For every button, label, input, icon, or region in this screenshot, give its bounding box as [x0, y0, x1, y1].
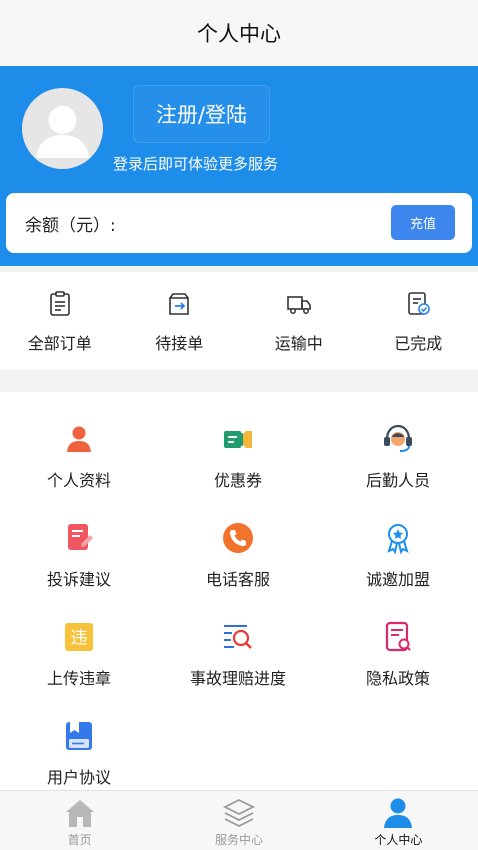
tab-label: 首页 — [67, 833, 92, 847]
service-label: 后勤人员 — [365, 471, 430, 490]
service-phone-support[interactable]: 电话客服 — [158, 521, 318, 620]
tab-personal-center[interactable]: 个人中心 — [319, 791, 478, 850]
award-badge-icon — [387, 524, 409, 555]
headset-support-icon — [384, 424, 412, 452]
feedback-doc-icon — [68, 524, 93, 550]
phone-icon — [223, 523, 253, 553]
clipboard-list-icon — [49, 291, 70, 316]
privacy-doc-icon — [385, 621, 411, 652]
service-label: 电话客服 — [205, 570, 270, 589]
tab-label: 个人中心 — [374, 833, 423, 847]
service-label: 个人资料 — [46, 471, 111, 490]
order-all[interactable]: 全部订单 — [0, 272, 120, 370]
balance-card: 余额（元）: 充值 — [6, 193, 472, 253]
bottom-tab-bar: 首页 服务中心 个人中心 — [0, 790, 478, 850]
recharge-button[interactable]: 充值 — [391, 205, 455, 240]
service-claim-progress[interactable]: 事故理赔进度 — [158, 620, 318, 719]
person-icon — [67, 426, 91, 452]
order-in-transit[interactable]: 运输中 — [239, 272, 359, 370]
order-status-row: 全部订单 待接单 运输中 已完成 — [0, 272, 478, 370]
service-privacy-policy[interactable]: 隐私政策 — [318, 620, 478, 719]
service-upload-violation[interactable]: 违 上传违章 — [0, 620, 158, 719]
document-check-icon — [408, 292, 431, 315]
coupon-icon — [224, 428, 252, 451]
tab-label: 服务中心 — [214, 833, 263, 847]
login-hint: 登录后即可体验更多服务 — [113, 155, 279, 173]
tab-service-center[interactable]: 服务中心 — [159, 791, 318, 850]
order-label: 运输中 — [274, 334, 323, 353]
service-profile[interactable]: 个人资料 — [0, 422, 158, 521]
agreement-book-icon — [66, 722, 92, 750]
service-label: 用户协议 — [46, 768, 111, 787]
service-label: 事故理赔进度 — [189, 669, 286, 688]
service-label: 诚邀加盟 — [365, 570, 430, 589]
tab-home[interactable]: 首页 — [0, 791, 159, 850]
order-pending[interactable]: 待接单 — [120, 272, 240, 370]
search-progress-icon — [224, 625, 252, 649]
avatar[interactable] — [22, 88, 103, 169]
truck-icon — [286, 296, 311, 314]
top-bar: 个人中心 — [0, 0, 478, 66]
service-label: 投诉建议 — [46, 570, 111, 589]
services-panel: 个人资料 优惠券 后勤人员 投诉建议 电话客服 诚邀加盟 违 上传违章 事故理赔… — [0, 392, 478, 790]
register-login-button[interactable]: 注册/登陆 — [133, 85, 270, 143]
order-label: 全部订单 — [27, 334, 92, 353]
service-join[interactable]: 诚邀加盟 — [318, 521, 478, 620]
balance-label: 余额（元）: — [25, 216, 116, 236]
page-title: 个人中心 — [197, 22, 281, 46]
default-avatar-icon — [36, 106, 89, 158]
home-icon — [65, 800, 94, 827]
order-label: 待接单 — [155, 334, 204, 353]
service-label: 上传违章 — [46, 669, 111, 688]
service-complaint[interactable]: 投诉建议 — [0, 521, 158, 620]
service-coupon[interactable]: 优惠券 — [158, 422, 318, 521]
order-completed[interactable]: 已完成 — [359, 272, 478, 370]
violation-badge-text: 违 — [71, 629, 88, 649]
order-label: 已完成 — [394, 334, 443, 353]
service-label: 隐私政策 — [365, 669, 430, 688]
layers-icon — [222, 798, 255, 828]
user-icon — [384, 798, 413, 828]
service-label: 优惠券 — [213, 471, 262, 490]
violation-icon: 违 — [65, 623, 93, 651]
order-arrow-icon — [169, 293, 190, 315]
service-logistics-staff[interactable]: 后勤人员 — [318, 422, 478, 521]
